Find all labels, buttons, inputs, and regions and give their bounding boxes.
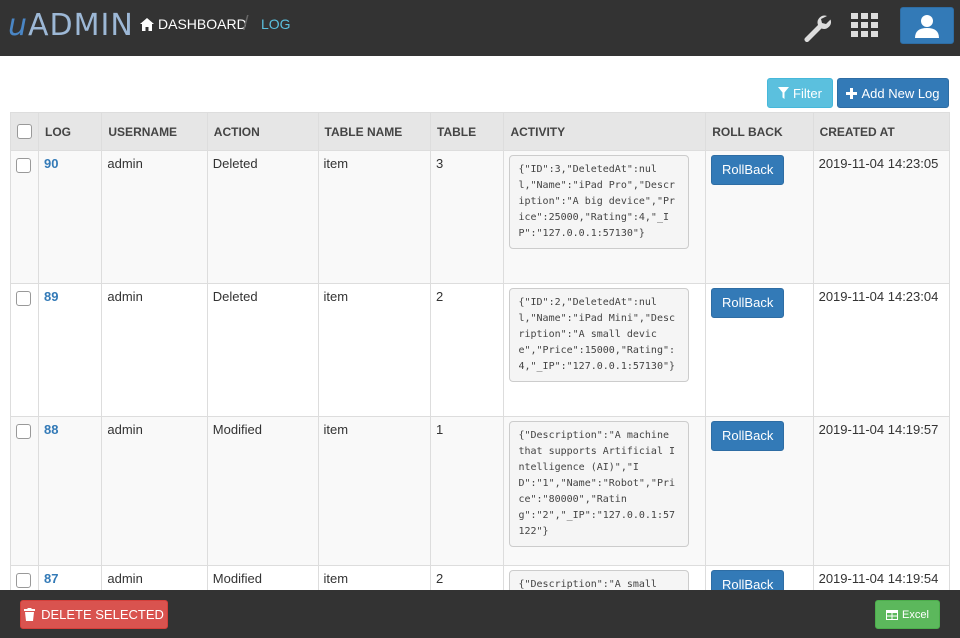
col-header[interactable]: ROLL BACK [705,112,814,151]
uadmin-logo[interactable]: uADMIN [8,8,134,43]
col-header[interactable]: LOG [37,112,103,151]
action-cell: Deleted [206,150,319,284]
breadcrumb-separator: / [243,13,249,35]
table-header: LOG USERNAME ACTION TABLE NAME TABLE ACT… [10,112,951,151]
table-row: 90 admin Deleted item 3 {"ID":3,"Deleted… [10,150,951,284]
log-id-link[interactable]: 87 [44,571,58,586]
action-cell: Deleted [206,283,319,417]
select-all-checkbox[interactable] [17,123,32,139]
table-name-cell: item [317,416,432,566]
action-cell: Modified [206,416,319,566]
created-at-cell: 2019-11-04 14:23:05 [812,150,951,284]
home-icon [140,17,154,31]
wrench-icon[interactable] [801,12,831,42]
col-header[interactable]: TABLE NAME [317,112,432,151]
bottom-action-bar: DELETE SELECTED Excel [0,590,960,638]
activity-json: {"Description":"A machine that supports … [509,421,690,547]
table-row: 88 admin Modified item 1 {"Description":… [10,416,951,566]
row-checkbox[interactable] [16,291,31,306]
created-at-cell: 2019-11-04 14:19:57 [812,416,951,566]
log-table: LOG USERNAME ACTION TABLE NAME TABLE ACT… [10,112,951,626]
activity-json: {"ID":3,"DeletedAt":null,"Name":"iPad Pr… [509,155,690,249]
rollback-button[interactable]: RollBack [711,155,785,185]
row-checkbox[interactable] [16,158,31,173]
activity-json: {"ID":2,"DeletedAt":null,"Name":"iPad Mi… [509,288,690,382]
row-checkbox[interactable] [16,573,31,588]
plus-icon [846,87,858,99]
table-icon [886,609,899,620]
table-cell: 3 [430,150,505,284]
log-id-link[interactable]: 90 [44,156,58,171]
username-cell: admin [101,283,208,417]
username-cell: admin [101,150,208,284]
filter-icon [778,87,790,99]
delete-selected-button[interactable]: DELETE SELECTED [20,600,168,629]
excel-export-button[interactable]: Excel [875,600,940,629]
table-row: 89 admin Deleted item 2 {"ID":2,"Deleted… [10,283,951,417]
col-header[interactable]: TABLE [430,112,505,151]
user-menu-button[interactable] [900,7,954,44]
table-name-cell: item [317,283,432,417]
table-name-cell: item [317,150,432,284]
trash-icon [24,608,36,621]
table-cell: 1 [430,416,505,566]
col-header[interactable]: USERNAME [101,112,208,151]
top-navbar: uADMIN DASHBOARD / LOG [0,0,960,56]
filter-button[interactable]: Filter [767,78,833,108]
user-icon [915,14,939,38]
add-new-log-button[interactable]: Add New Log [837,78,949,108]
rollback-button[interactable]: RollBack [711,288,785,318]
created-at-cell: 2019-11-04 14:23:04 [812,283,951,417]
breadcrumb-dashboard[interactable]: DASHBOARD [140,16,247,32]
select-all-cell [10,112,39,151]
col-header[interactable]: CREATED AT [812,112,951,151]
log-id-link[interactable]: 88 [44,422,58,437]
col-header[interactable]: ACTIVITY [503,112,707,151]
apps-grid-icon[interactable] [851,13,879,37]
table-cell: 2 [430,283,505,417]
log-id-link[interactable]: 89 [44,289,58,304]
col-header[interactable]: ACTION [206,112,319,151]
rollback-button[interactable]: RollBack [711,421,785,451]
row-checkbox[interactable] [16,424,31,439]
breadcrumb-log[interactable]: LOG [261,16,291,32]
username-cell: admin [101,416,208,566]
